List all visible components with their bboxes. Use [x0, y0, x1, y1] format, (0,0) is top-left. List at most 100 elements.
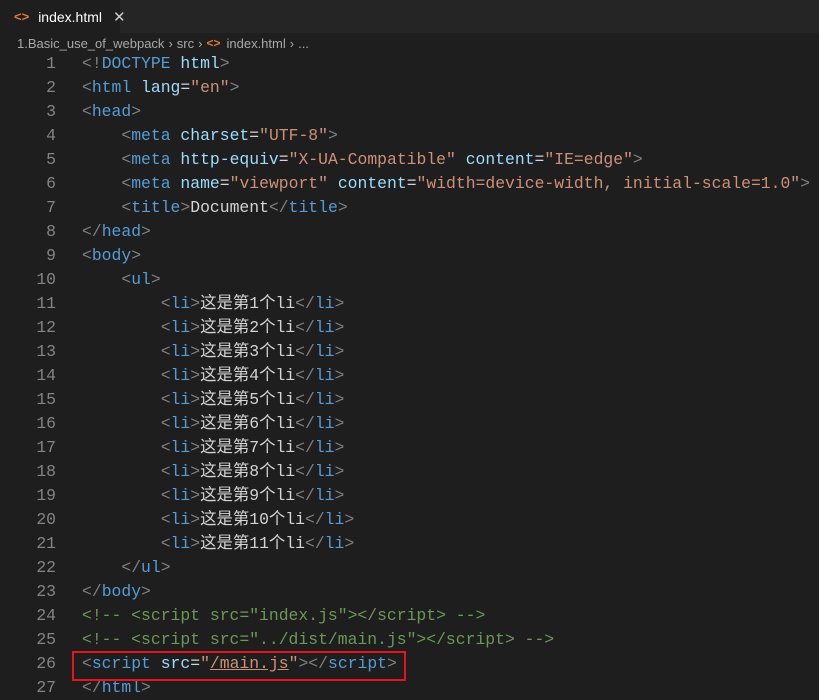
- code-line: 14 <li>这是第4个li</li>: [0, 364, 819, 388]
- code-line: 25 <!-- <script src="../dist/main.js"></s…: [0, 628, 819, 652]
- code-token: content: [337, 174, 407, 193]
- tab-index-html[interactable]: <> index.html ✕: [0, 0, 126, 33]
- code-token: 这是第3个li: [200, 342, 296, 361]
- code-token: "width=device-width, initial-scale=1.0": [416, 174, 801, 193]
- line-number: 22: [36, 558, 56, 577]
- code-token: "UTF-8": [259, 126, 328, 145]
- line-content: <li>这是第5个li</li>: [82, 388, 345, 412]
- code-token: <: [160, 486, 171, 505]
- code-token: content: [465, 150, 535, 169]
- code-token: li: [314, 486, 335, 505]
- code-line: 13 <li>这是第3个li</li>: [0, 340, 819, 364]
- line-content: <!DOCTYPE html>: [82, 52, 230, 76]
- code-line: 8 </head>: [0, 220, 819, 244]
- code-line: 11 <li>这是第1个li</li>: [0, 292, 819, 316]
- code-token: html: [91, 78, 132, 97]
- code-line: 24 <!-- <script src="index.js"></script> …: [0, 604, 819, 628]
- line-content: </ul>: [82, 556, 171, 580]
- breadcrumb-file[interactable]: index.html: [226, 36, 285, 51]
- line-content: <title>Document</title>: [82, 196, 348, 220]
- code-token: Document: [190, 198, 269, 217]
- code-token: </: [304, 534, 325, 553]
- code-token: 这是第2个li: [200, 318, 296, 337]
- line-number: 15: [36, 390, 56, 409]
- code-token: li: [314, 342, 335, 361]
- line-content: <!-- <script src="../dist/main.js"></scr…: [82, 628, 554, 652]
- code-token: >: [337, 198, 348, 217]
- line-number: 25: [36, 630, 56, 649]
- line-content: <meta http-equiv="X-UA-Compatible" conte…: [82, 148, 642, 172]
- line-number: 4: [46, 126, 56, 145]
- line-content: <body>: [82, 244, 141, 268]
- code-token: >: [131, 102, 142, 121]
- code-token: http-equiv: [180, 150, 279, 169]
- code-line: 12 <li>这是第2个li</li>: [0, 316, 819, 340]
- code-token: </: [295, 414, 315, 433]
- code-token: 这是第10个li: [200, 510, 305, 529]
- line-number: 12: [36, 318, 56, 337]
- code-token: <!-- <script src="../dist/main.js"></scr…: [82, 630, 555, 649]
- html-file-icon: <>: [14, 9, 30, 24]
- code-token: >: [334, 414, 345, 433]
- line-content: </head>: [82, 220, 151, 244]
- code-token: >: [334, 462, 345, 481]
- code-token: >: [344, 534, 355, 553]
- code-token: li: [170, 486, 191, 505]
- code-token: body: [91, 246, 132, 265]
- code-token: >: [190, 390, 201, 409]
- line-number: 21: [36, 534, 56, 553]
- close-icon[interactable]: ✕: [113, 8, 126, 26]
- line-content: <li>这是第7个li</li>: [82, 436, 345, 460]
- code-token: charset: [180, 126, 250, 145]
- chevron-right-icon: ›: [289, 35, 295, 51]
- code-token: =: [406, 174, 417, 193]
- code-token: >: [334, 366, 345, 385]
- code-token: >: [334, 438, 345, 457]
- code-token: </: [295, 318, 315, 337]
- code-token: head: [91, 102, 132, 121]
- code-token: <: [160, 510, 171, 529]
- code-token: meta: [131, 150, 171, 169]
- line-content: <ul>: [82, 268, 161, 292]
- line-number: 19: [36, 486, 56, 505]
- code-token: >: [327, 126, 338, 145]
- code-token: >: [150, 270, 161, 289]
- code-token: >: [190, 414, 201, 433]
- breadcrumb-more[interactable]: ...: [298, 36, 309, 51]
- code-line: 23 </body>: [0, 580, 819, 604]
- code-token: meta: [131, 126, 171, 145]
- line-number: 7: [46, 198, 56, 217]
- line-content: <li>这是第8个li</li>: [82, 460, 345, 484]
- breadcrumb-src[interactable]: src: [177, 36, 194, 51]
- code-token: =: [278, 150, 289, 169]
- breadcrumb-folder[interactable]: 1.Basic_use_of_webpack: [17, 36, 164, 51]
- line-content: <li>这是第6个li</li>: [82, 412, 345, 436]
- line-content: <meta name="viewport" content="width=dev…: [82, 172, 810, 196]
- line-number: 1: [46, 54, 56, 73]
- code-editor[interactable]: 1 <!DOCTYPE html> 2 <html lang="en"> 3 <head>…: [0, 52, 819, 700]
- line-number: 23: [36, 582, 56, 601]
- code-token: ul: [131, 270, 151, 289]
- line-content: </body>: [82, 580, 151, 604]
- code-token: </: [82, 582, 102, 601]
- code-token: <: [121, 150, 132, 169]
- code-token: <: [160, 462, 171, 481]
- code-token: >: [160, 558, 171, 577]
- line-number: 26: [36, 654, 56, 673]
- code-token: >: [190, 510, 201, 529]
- code-token: </: [295, 342, 315, 361]
- code-token: li: [324, 510, 345, 529]
- code-token: li: [170, 438, 191, 457]
- code-token: >: [131, 246, 142, 265]
- code-token: >: [190, 438, 201, 457]
